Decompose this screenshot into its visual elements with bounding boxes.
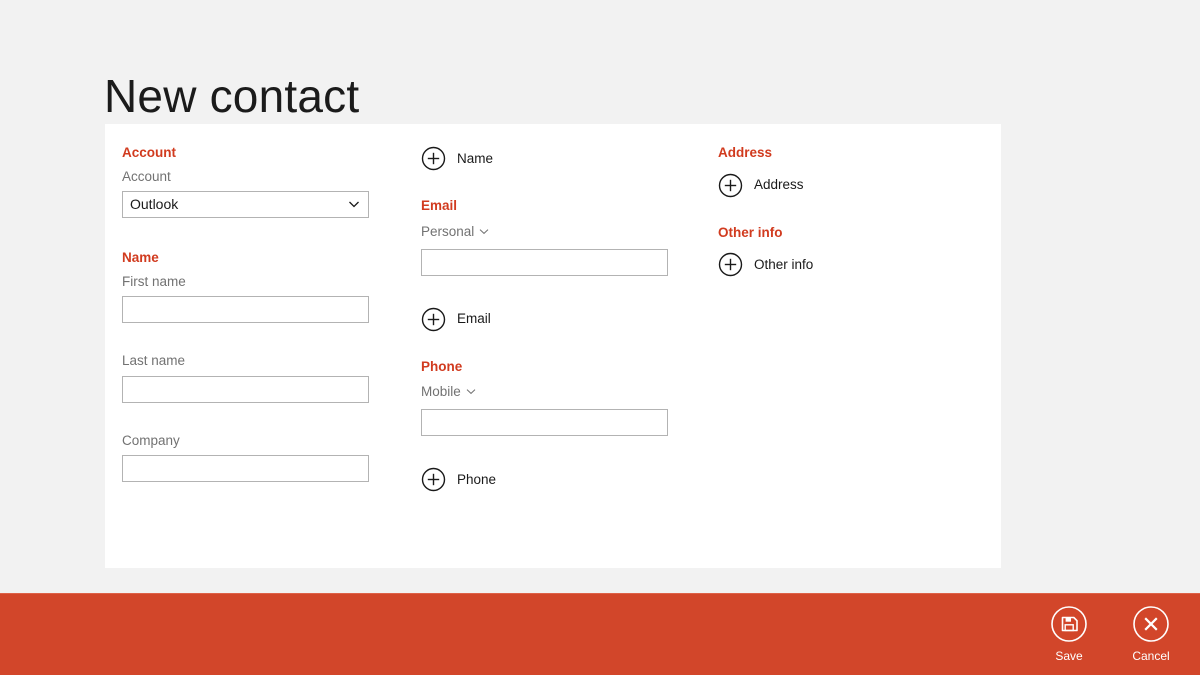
add-address-label: Address (754, 177, 804, 193)
bottom-app-bar: Save Cancel (0, 593, 1200, 675)
plus-circle-icon (718, 173, 743, 197)
contact-form-card: Account Account Outlook Name First name … (105, 124, 1001, 568)
first-name-input[interactable] (122, 296, 369, 323)
cancel-button[interactable]: Cancel (1132, 605, 1170, 662)
section-heading-account: Account (122, 145, 176, 160)
add-address-button[interactable]: Address (718, 173, 804, 198)
account-select[interactable]: Outlook (122, 191, 369, 218)
add-other-info-label: Other info (754, 256, 814, 272)
email-type-dropdown[interactable]: Personal (421, 223, 489, 239)
email-type-value: Personal (421, 223, 475, 239)
chevron-down-icon (466, 389, 476, 395)
label-company: Company (122, 432, 180, 448)
plus-circle-icon (718, 252, 743, 277)
add-name-label: Name (457, 150, 494, 166)
save-button[interactable]: Save (1050, 605, 1088, 662)
label-account: Account (122, 168, 171, 184)
phone-type-dropdown[interactable]: Mobile (421, 385, 476, 399)
save-label: Save (1055, 649, 1083, 663)
label-first-name: First name (122, 273, 186, 289)
close-x-icon (1133, 606, 1169, 642)
form-column-left: Account Account Outlook Name First name … (122, 146, 382, 482)
page-title: New contact (104, 69, 360, 122)
cancel-label: Cancel (1132, 649, 1170, 663)
section-heading-other-info: Other info (718, 224, 783, 240)
phone-type-value: Mobile (421, 384, 461, 399)
form-column-middle: Name Email Personal Email Phone Mobile P… (421, 146, 681, 492)
plus-circle-icon (421, 467, 446, 492)
add-phone-label: Phone (457, 471, 497, 487)
add-phone-button[interactable]: Phone (421, 467, 496, 492)
section-heading-address: Address (718, 145, 773, 160)
label-last-name: Last name (122, 353, 186, 368)
add-email-button[interactable]: Email (421, 307, 491, 332)
add-email-label: Email (457, 311, 491, 327)
last-name-input[interactable] (122, 375, 369, 403)
email-input[interactable] (421, 248, 668, 276)
form-columns: Account Account Outlook Name First name … (105, 124, 1001, 568)
section-heading-name: Name (122, 250, 159, 265)
company-input[interactable] (122, 455, 369, 482)
chevron-down-icon (479, 228, 489, 234)
app-bar-actions: Save Cancel (1050, 605, 1170, 662)
account-select-wrapper: Outlook (122, 191, 369, 218)
section-heading-phone: Phone (421, 358, 463, 374)
plus-circle-icon (421, 146, 446, 171)
save-floppy-icon (1051, 606, 1087, 642)
plus-circle-icon (421, 307, 446, 331)
add-other-info-button[interactable]: Other info (718, 252, 813, 277)
section-heading-email: Email (421, 198, 458, 213)
phone-input[interactable] (421, 409, 668, 436)
form-column-right: Address Address Other info Other info (718, 146, 978, 277)
add-name-button[interactable]: Name (421, 146, 493, 171)
